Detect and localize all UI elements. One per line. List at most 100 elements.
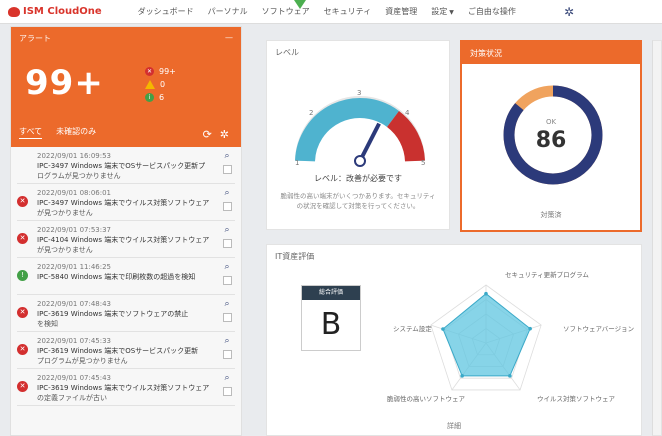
radar-axis-label-2: ソフトウェアバージョン <box>563 325 635 333</box>
pointer-marker-icon <box>294 0 306 9</box>
alert-message-detail: ログラムが見つかりません <box>37 172 121 180</box>
top-nav: ISM CloudOne ダッシュボード パーソナル ソフトウェア セキュリティ… <box>0 0 662 24</box>
gauge-pivot <box>354 155 366 167</box>
alert-total-count: 99+ <box>25 63 104 103</box>
alert-text: 2022/09/01 16:09:53 IPC-3497 Windows 端末でO… <box>37 151 217 183</box>
alert-message: IPC-3619 Windows 端末でウイルス対策ソフトウェア <box>37 384 210 392</box>
measures-card[interactable]: 対策状況 OK 86 対策済 <box>460 40 642 232</box>
severity-icon: ✕ <box>17 233 28 244</box>
alert-severity-counts: ✕ 99+ 0 i6 <box>145 65 176 104</box>
measures-card-title: 対策状況 <box>462 42 640 64</box>
severity-icon: ✕ <box>17 307 28 318</box>
search-icon[interactable]: ⌕ <box>224 373 229 383</box>
alert-item[interactable]: ✕ 2022/09/01 07:45:43 IPC-3619 Windows 端末で… <box>17 369 235 406</box>
gauge-danger <box>386 110 425 162</box>
alert-checkbox[interactable] <box>222 202 232 211</box>
grade-letter: B <box>320 307 342 342</box>
alert-item[interactable]: ✕ 2022/09/01 08:06:01 IPC-3497 Windows 端末で… <box>17 184 235 221</box>
level-card-title: レベル <box>275 48 299 57</box>
collapse-icon[interactable]: — <box>225 33 233 44</box>
alert-date: 2022/09/01 07:53:37 <box>37 226 112 234</box>
alert-message: IPC-3619 Windows 端末でソフトウェアの禁止 <box>37 310 189 318</box>
search-icon[interactable]: ⌕ <box>224 299 229 309</box>
chevron-down-icon: ▼ <box>449 9 454 16</box>
alert-text: 2022/09/01 08:06:01 IPC-3497 Windows 端末でウ… <box>37 188 217 220</box>
alert-item[interactable]: ✕ 2022/09/01 07:45:33 IPC-3619 Windows 端末で… <box>17 332 235 369</box>
tab-all[interactable]: すべて <box>19 126 43 139</box>
warning-icon <box>145 80 155 89</box>
alert-text: 2022/09/01 11:46:25 IPC-5840 Windows 端末で印… <box>37 262 217 294</box>
alert-date: 2022/09/01 11:46:25 <box>37 263 112 271</box>
alert-date: 2022/09/01 07:45:43 <box>37 374 112 382</box>
alert-message: IPC-3497 Windows 端末でOSサービスパック更新プ <box>37 162 206 170</box>
gauge-tick-2: 2 <box>309 109 313 117</box>
search-icon[interactable]: ⌕ <box>224 151 229 161</box>
level-description: 脆弱性の高い端末がいくつかあります。セキュリティの状況を確認して対策を行ってくだ… <box>280 192 436 210</box>
radar-axis-label-5: システム設定 <box>393 325 432 333</box>
alert-checkbox[interactable] <box>222 313 232 322</box>
critical-count: 99+ <box>159 67 176 76</box>
gauge-tick-3: 3 <box>357 89 361 97</box>
alert-message-detail: プログラムが見つかりません <box>37 357 128 365</box>
alert-date: 2022/09/01 07:48:43 <box>37 300 112 308</box>
alert-checkbox[interactable] <box>222 276 232 285</box>
alert-checkbox[interactable] <box>222 387 232 396</box>
severity-icon: ✕ <box>17 381 28 392</box>
alert-message-detail: が見つかりません <box>37 209 93 217</box>
severity-icon <box>17 159 28 170</box>
alert-text: 2022/09/01 07:45:43 IPC-3619 Windows 端末でウ… <box>37 373 217 405</box>
donut-footer[interactable]: 対策済 <box>462 210 640 220</box>
alert-message-detail: の定義ファイルが古い <box>37 394 107 402</box>
radar-axis-label-3: ウイルス対策ソフトウェア <box>537 395 615 403</box>
critical-icon: ✕ <box>145 67 154 76</box>
alert-checkbox[interactable] <box>222 350 232 359</box>
alert-item[interactable]: ✕ 2022/09/01 07:53:37 IPC-4104 Windows 端末で… <box>17 221 235 258</box>
gear-icon[interactable]: ✲ <box>564 5 574 19</box>
severity-icon: ✕ <box>17 196 28 207</box>
severity-icon: ! <box>17 270 28 281</box>
nav-item-settings[interactable]: 設定 ▼ <box>431 6 454 17</box>
radar-point <box>460 374 464 378</box>
radar-point <box>528 326 532 331</box>
alert-summary: アラート — 99+ ✕ 99+ 0 i6 すべて 未確認のみ ⟳ ✲ <box>11 27 241 147</box>
alert-panel: アラート — 99+ ✕ 99+ 0 i6 すべて 未確認のみ ⟳ ✲ 2022/… <box>10 26 242 436</box>
radar-footer[interactable]: 詳細 <box>267 421 641 431</box>
warning-count: 0 <box>160 80 166 89</box>
level-status-text: レベル：改善が必要です <box>314 174 402 183</box>
brand-logo-icon <box>8 6 20 17</box>
alert-date: 2022/09/01 08:06:01 <box>37 189 112 197</box>
radar-point <box>441 327 445 331</box>
nav-item-personal[interactable]: パーソナル <box>208 6 248 17</box>
radar-point <box>484 291 488 296</box>
settings-icon[interactable]: ✲ <box>220 128 229 141</box>
grade-header: 総合評価 <box>302 286 360 300</box>
gauge-tick-1: 1 <box>295 159 299 167</box>
nav-item-dashboard[interactable]: ダッシュボード <box>138 6 194 17</box>
alert-item[interactable]: 2022/09/01 16:09:53 IPC-3497 Windows 端末でO… <box>17 147 235 184</box>
alert-message: IPC-3619 Windows 端末でOSサービスパック更新 <box>37 347 199 355</box>
alert-checkbox[interactable] <box>222 239 232 248</box>
alert-message-detail: が見つかりません <box>37 246 93 254</box>
info-icon: i <box>145 93 154 102</box>
alert-item[interactable]: ✕ 2022/09/01 07:48:43 IPC-3619 Windows 端末で… <box>17 295 235 332</box>
asset-evaluation-card[interactable]: IT資産評価 総合評価 B セキュリティ更新プログラム ソフトウェアバージョン … <box>266 244 642 436</box>
alert-title: アラート <box>19 34 51 43</box>
nav-item-assets[interactable]: 資産管理 <box>385 6 417 17</box>
level-card[interactable]: レベル 1 2 3 4 5 レベル：改善が必要です 脆弱性の高い端末がいくつかあ… <box>266 40 450 230</box>
search-icon[interactable]: ⌕ <box>224 262 229 272</box>
alert-checkbox[interactable] <box>222 165 232 174</box>
refresh-icon[interactable]: ⟳ <box>203 128 212 141</box>
search-icon[interactable]: ⌕ <box>224 225 229 235</box>
search-icon[interactable]: ⌕ <box>224 188 229 198</box>
tab-unconfirmed[interactable]: 未確認のみ <box>56 126 96 139</box>
gauge-tick-4: 4 <box>405 109 410 117</box>
alert-item[interactable]: ! 2022/09/01 11:46:25 IPC-5840 Windows 端末で… <box>17 258 235 295</box>
search-icon[interactable]: ⌕ <box>224 336 229 346</box>
donut-caption: OK <box>545 118 557 126</box>
nav-item-free[interactable]: ご自由な操作 <box>468 6 516 17</box>
alert-date: 2022/09/01 16:09:53 <box>37 152 112 160</box>
brand[interactable]: ISM CloudOne <box>8 6 102 17</box>
radar-axis-label-4: 脆弱性の高いソフトウェア <box>387 395 465 403</box>
nav-item-security[interactable]: セキュリティ <box>324 6 372 17</box>
gauge-fill <box>295 97 399 162</box>
